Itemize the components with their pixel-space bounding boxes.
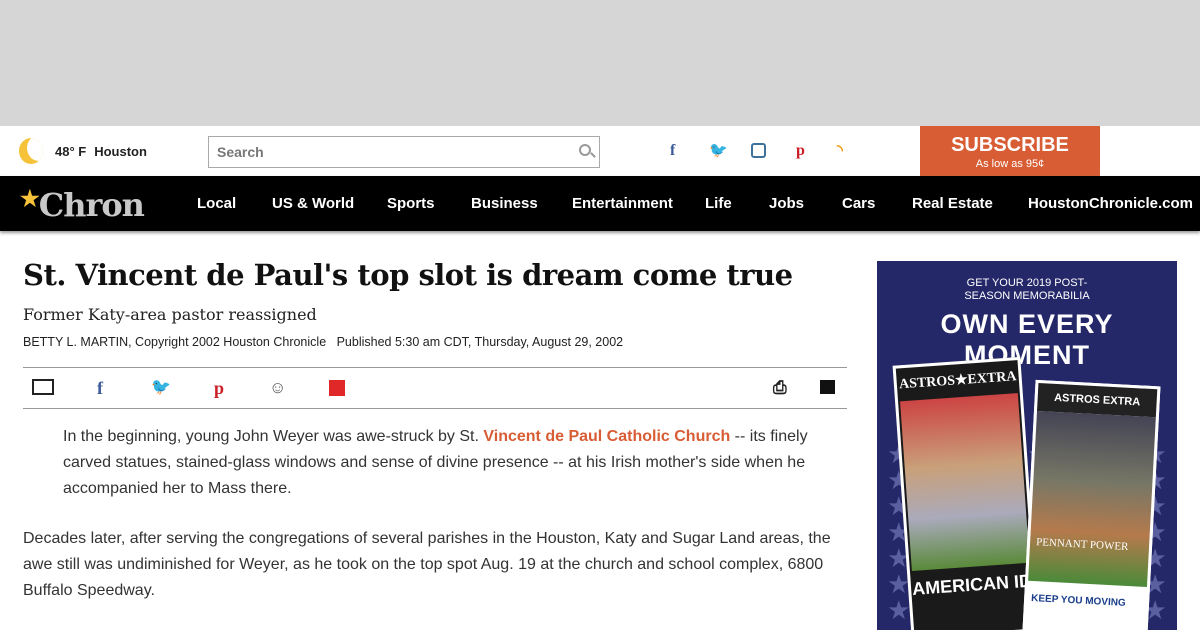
print-icon[interactable]: ⎙	[773, 378, 787, 398]
photo	[900, 393, 1030, 571]
search-icon[interactable]	[579, 144, 591, 156]
temperature: 48° F	[55, 144, 87, 159]
paper-headline: PENNANT POWER	[1028, 411, 1156, 588]
email-icon[interactable]	[32, 379, 54, 395]
newspaper-cover-2: ASTROS EXTRA PENNANT POWER KEEP YOU MOVI…	[1022, 379, 1161, 630]
star-icon: ★	[20, 186, 40, 212]
top-ad-banner[interactable]	[0, 0, 1200, 126]
nav-life[interactable]: Life	[705, 195, 732, 212]
city: Houston	[94, 144, 147, 159]
nav-cars[interactable]: Cars	[842, 195, 875, 212]
church-link[interactable]: Vincent de Paul Catholic Church	[483, 428, 730, 445]
instagram-icon[interactable]	[751, 143, 766, 158]
nav-sports[interactable]: Sports	[387, 195, 435, 212]
byline: BETTY L. MARTIN, Copyright 2002 Houston …	[23, 335, 623, 349]
paragraph: Decades later, after serving the congreg…	[23, 530, 831, 599]
utility-bar: 48° F Houston f 🐦 p ◝ SUBSCRIBE As low as…	[0, 126, 1200, 176]
twitter-share-icon[interactable]: 🐦	[151, 378, 171, 398]
paper-title: ASTROS★EXTRA	[898, 369, 1017, 393]
logo-text: Chron	[38, 186, 145, 224]
article-title: St. Vincent de Paul's top slot is dream …	[23, 258, 793, 292]
nav-local[interactable]: Local	[197, 195, 236, 212]
pinterest-share-icon[interactable]: p	[214, 378, 224, 398]
twitter-icon[interactable]: 🐦	[709, 141, 728, 161]
chron-logo[interactable]: ★Chron	[20, 186, 145, 224]
facebook-share-icon[interactable]: f	[97, 378, 103, 398]
ad-headline: OWN EVERY MOMENT	[940, 309, 1114, 370]
author: BETTY L. MARTIN, Copyright 2002 Houston …	[23, 335, 327, 349]
nav-houstonchronicle[interactable]: HoustonChronicle.com	[1028, 195, 1193, 212]
search-box	[208, 136, 600, 168]
main-nav: ★Chron Local US & World Sports Business …	[0, 176, 1200, 231]
weather[interactable]: 48° F Houston	[55, 144, 155, 159]
nav-business[interactable]: Business	[471, 195, 538, 212]
text: In the beginning, young John Weyer was a…	[63, 428, 484, 445]
ad-tagline: GET YOUR 2019 POST-SEASON MEMORABILIA	[964, 277, 1090, 302]
moon-icon	[19, 138, 43, 164]
paper-headline: AMERICAN ID	[911, 570, 1033, 599]
flipboard-share-icon[interactable]	[329, 380, 345, 396]
newspaper-cover-1: ASTROS★EXTRA AMERICAN ID	[892, 356, 1040, 630]
share-bar: f 🐦 p ☺ ⎙	[23, 367, 847, 409]
subscribe-label: SUBSCRIBE	[951, 134, 1069, 156]
search-input[interactable]	[209, 137, 559, 167]
reddit-share-icon[interactable]: ☺	[269, 378, 286, 398]
publish-date: Published 5:30 am CDT, Thursday, August …	[336, 335, 624, 349]
article-subtitle: Former Katy-area pastor reassigned	[23, 305, 317, 324]
nav-real-estate[interactable]: Real Estate	[912, 195, 993, 212]
nav-entertainment[interactable]: Entertainment	[572, 195, 673, 212]
article-body: In the beginning, young John Weyer was a…	[23, 424, 833, 628]
nav-us-world[interactable]: US & World	[272, 195, 354, 212]
comment-icon[interactable]	[820, 380, 835, 394]
paper-ad: KEEP YOU MOVING	[1030, 592, 1126, 609]
rss-icon[interactable]: ◝	[837, 141, 843, 161]
paragraph: In the beginning, young John Weyer was a…	[23, 424, 833, 502]
subscribe-price: As low as 95¢	[975, 158, 1045, 170]
nav-jobs[interactable]: Jobs	[769, 195, 804, 212]
sidebar-ad[interactable]: GET YOUR 2019 POST-SEASON MEMORABILIA OW…	[877, 261, 1177, 630]
subscribe-button[interactable]: SUBSCRIBE As low as 95¢	[920, 126, 1100, 176]
pinterest-icon[interactable]: p	[796, 141, 805, 161]
facebook-icon[interactable]: f	[670, 141, 675, 161]
